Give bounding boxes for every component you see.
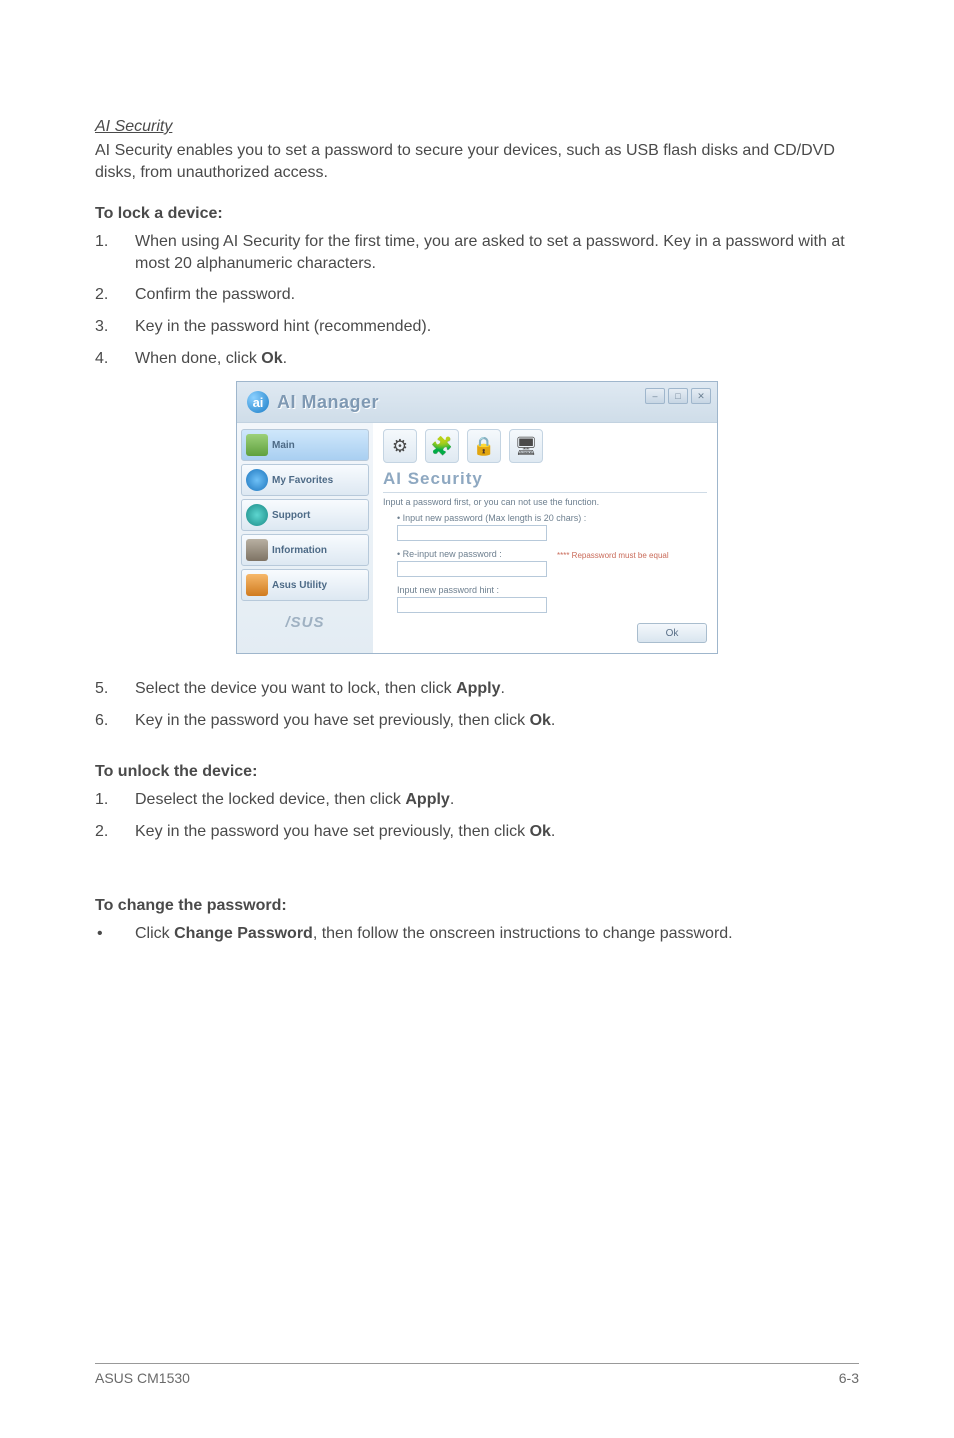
lock-steps-1-4: 1.When using AI Security for the first t… [95,231,859,369]
unlock-steps: 1.Deselect the locked device, then click… [95,789,859,842]
utility-icon [246,574,268,596]
toolbar-icon-3[interactable]: 🔒 [467,429,501,463]
tab-label: Main [272,440,295,451]
lock-steps-5-6: 5.Select the device you want to lock, th… [95,678,859,731]
page-footer: ASUS CM1530 6-3 [95,1363,859,1386]
step-number: 1. [95,789,135,811]
sidebar-tab-support[interactable]: Support [241,499,369,531]
tab-label: Support [272,510,310,521]
new-password-label: • Input new password (Max length is 20 c… [397,513,707,523]
maximize-button[interactable]: □ [668,388,688,404]
ai-manager-screenshot: ai AI Manager – □ ✕ Main My Favorites Su… [95,381,859,654]
step-text: Confirm the password. [135,284,859,306]
main-icon [246,434,268,456]
panel-title: AI Security [383,469,707,493]
sidebar-tab-favorites[interactable]: My Favorites [241,464,369,496]
information-icon [246,539,268,561]
tab-label: Asus Utility [272,580,327,591]
change-password-bullet: • Click Change Password, then follow the… [95,923,859,945]
window-titlebar: ai AI Manager – □ ✕ [237,382,717,422]
toolbar-icon-4[interactable]: 🖥 [509,429,543,463]
sidebar-tab-main[interactable]: Main [241,429,369,461]
toolbar: ⚙ 🧩 🔒 🖥 [383,429,707,463]
sidebar-tab-asus-utility[interactable]: Asus Utility [241,569,369,601]
window-title: AI Manager [277,392,379,413]
app-logo-icon: ai [247,391,269,413]
step-number: 4. [95,348,135,370]
step-number: 2. [95,821,135,843]
password-hint-label: Input new password hint : [397,585,707,595]
new-password-input[interactable] [397,525,547,541]
step-text: Key in the password you have set previou… [135,710,859,732]
step-number: 5. [95,678,135,700]
unlock-heading: To unlock the device: [95,763,859,781]
tab-label: Information [272,545,327,556]
sidebar-tab-information[interactable]: Information [241,534,369,566]
step-number: 2. [95,284,135,306]
close-button[interactable]: ✕ [691,388,711,404]
ai-security-heading: AI Security [95,118,859,136]
step-text: When done, click Ok. [135,348,859,370]
step-text: When using AI Security for the first tim… [135,231,859,274]
panel-description: Input a password first, or you can not u… [383,497,707,507]
step-number: 3. [95,316,135,338]
tab-label: My Favorites [272,475,333,486]
step-text: Select the device you want to lock, then… [135,678,859,700]
password-match-note: **** Repassword must be equal [557,551,669,560]
password-hint-input[interactable] [397,597,547,613]
step-number: 6. [95,710,135,732]
footer-right: 6-3 [839,1370,859,1386]
intro-paragraph: AI Security enables you to set a passwor… [95,140,859,183]
step-text: Key in the password you have set previou… [135,821,859,843]
toolbar-icon-2[interactable]: 🧩 [425,429,459,463]
bullet-marker: • [95,923,135,945]
favorites-icon [246,469,268,491]
change-password-heading: To change the password: [95,897,859,915]
minimize-button[interactable]: – [645,388,665,404]
sidebar: Main My Favorites Support Information As… [237,423,373,653]
ok-button[interactable]: Ok [637,623,707,643]
lock-heading: To lock a device: [95,205,859,223]
brand-logo: /SUS [241,610,369,634]
step-text: Deselect the locked device, then click A… [135,789,859,811]
reinput-password-input[interactable] [397,561,547,577]
footer-left: ASUS CM1530 [95,1370,190,1386]
toolbar-icon-1[interactable]: ⚙ [383,429,417,463]
step-number: 1. [95,231,135,274]
reinput-password-label: • Re-input new password : [397,549,547,559]
step-text: Key in the password hint (recommended). [135,316,859,338]
support-icon [246,504,268,526]
bullet-text: Click Change Password, then follow the o… [135,923,859,945]
